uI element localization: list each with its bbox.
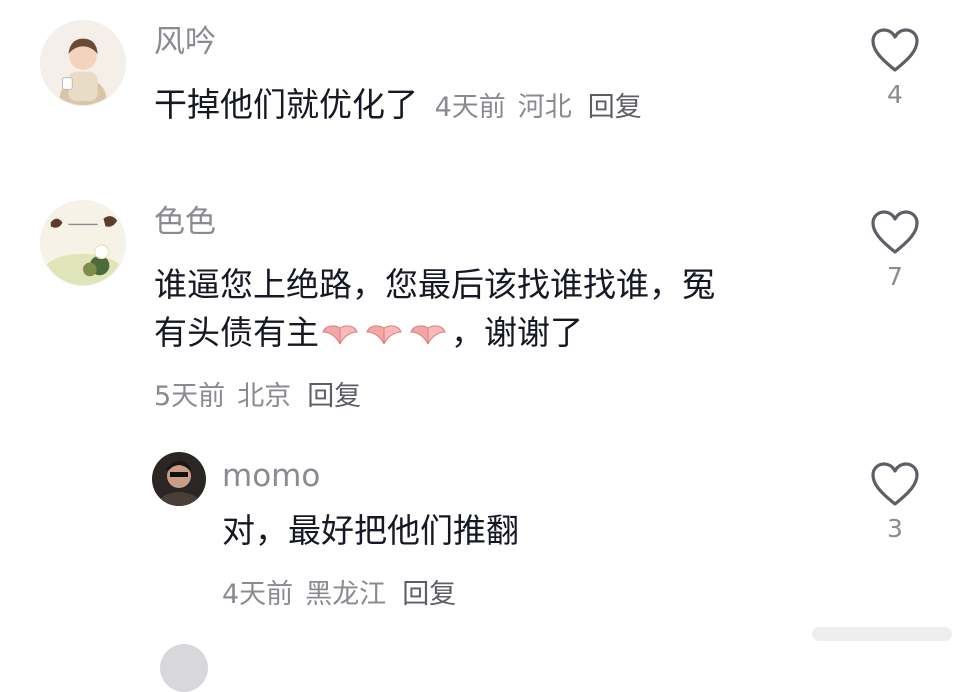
username[interactable]: 色色 — [154, 202, 216, 242]
heart-outline-icon — [871, 462, 919, 506]
pray-hands-icon — [366, 325, 402, 345]
reply-button[interactable]: 回复 — [307, 381, 361, 412]
comment-meta: 4天前 黑龙江 回复 — [222, 572, 468, 611]
like-button[interactable]: 4 — [865, 28, 925, 109]
next-comment-avatar-partial — [160, 644, 208, 692]
like-button[interactable]: 7 — [865, 210, 925, 291]
comment-text-prefix: 有头债有主 — [154, 313, 319, 352]
pray-hands-icon — [322, 325, 358, 345]
avatar-image-person — [152, 452, 206, 506]
reply-button[interactable]: 回复 — [402, 579, 456, 610]
comment-body: 干掉他们就优化了 — [154, 85, 418, 124]
like-button[interactable]: 3 — [865, 462, 925, 543]
comment-location: 北京 — [237, 381, 292, 412]
comment-meta: 5天前 北京 回复 — [154, 374, 373, 413]
username[interactable]: 风吟 — [154, 22, 216, 62]
comment-text-suffix: ，谢谢了 — [451, 313, 583, 352]
heart-outline-icon — [871, 210, 919, 254]
pray-hands-icon — [410, 325, 446, 345]
comment-time: 4天前 — [222, 579, 294, 610]
avatar-image-cartoon-boy — [41, 21, 125, 105]
comment-time: 5天前 — [154, 381, 226, 412]
comment-text: 干掉他们就优化了 4天前 河北 回复 — [154, 84, 654, 129]
pray-hands-emoji — [319, 313, 451, 352]
like-count: 7 — [887, 262, 903, 291]
comment-time: 4天前 — [434, 92, 506, 123]
avatar-image-calligraphy — [41, 201, 125, 285]
like-count: 3 — [887, 514, 903, 543]
avatar[interactable] — [40, 200, 126, 286]
like-count: 4 — [887, 80, 903, 109]
watermark-logo — [812, 627, 952, 641]
reply-button[interactable]: 回复 — [588, 92, 642, 123]
comment-text-line: 有头债有主 ，谢谢了 — [154, 312, 583, 354]
heart-outline-icon — [871, 28, 919, 72]
comment-location: 河北 — [517, 92, 572, 123]
avatar[interactable] — [40, 20, 126, 106]
comment-meta: 4天前 河北 回复 — [426, 92, 654, 123]
username[interactable]: momo — [222, 456, 320, 496]
avatar[interactable] — [152, 452, 206, 506]
comment-text: 对，最好把他们推翻 — [222, 511, 519, 550]
comment-location: 黑龙江 — [305, 579, 387, 610]
comment-text-line: 谁逼您上绝路，您最后该找谁找谁，冤 — [154, 265, 715, 304]
